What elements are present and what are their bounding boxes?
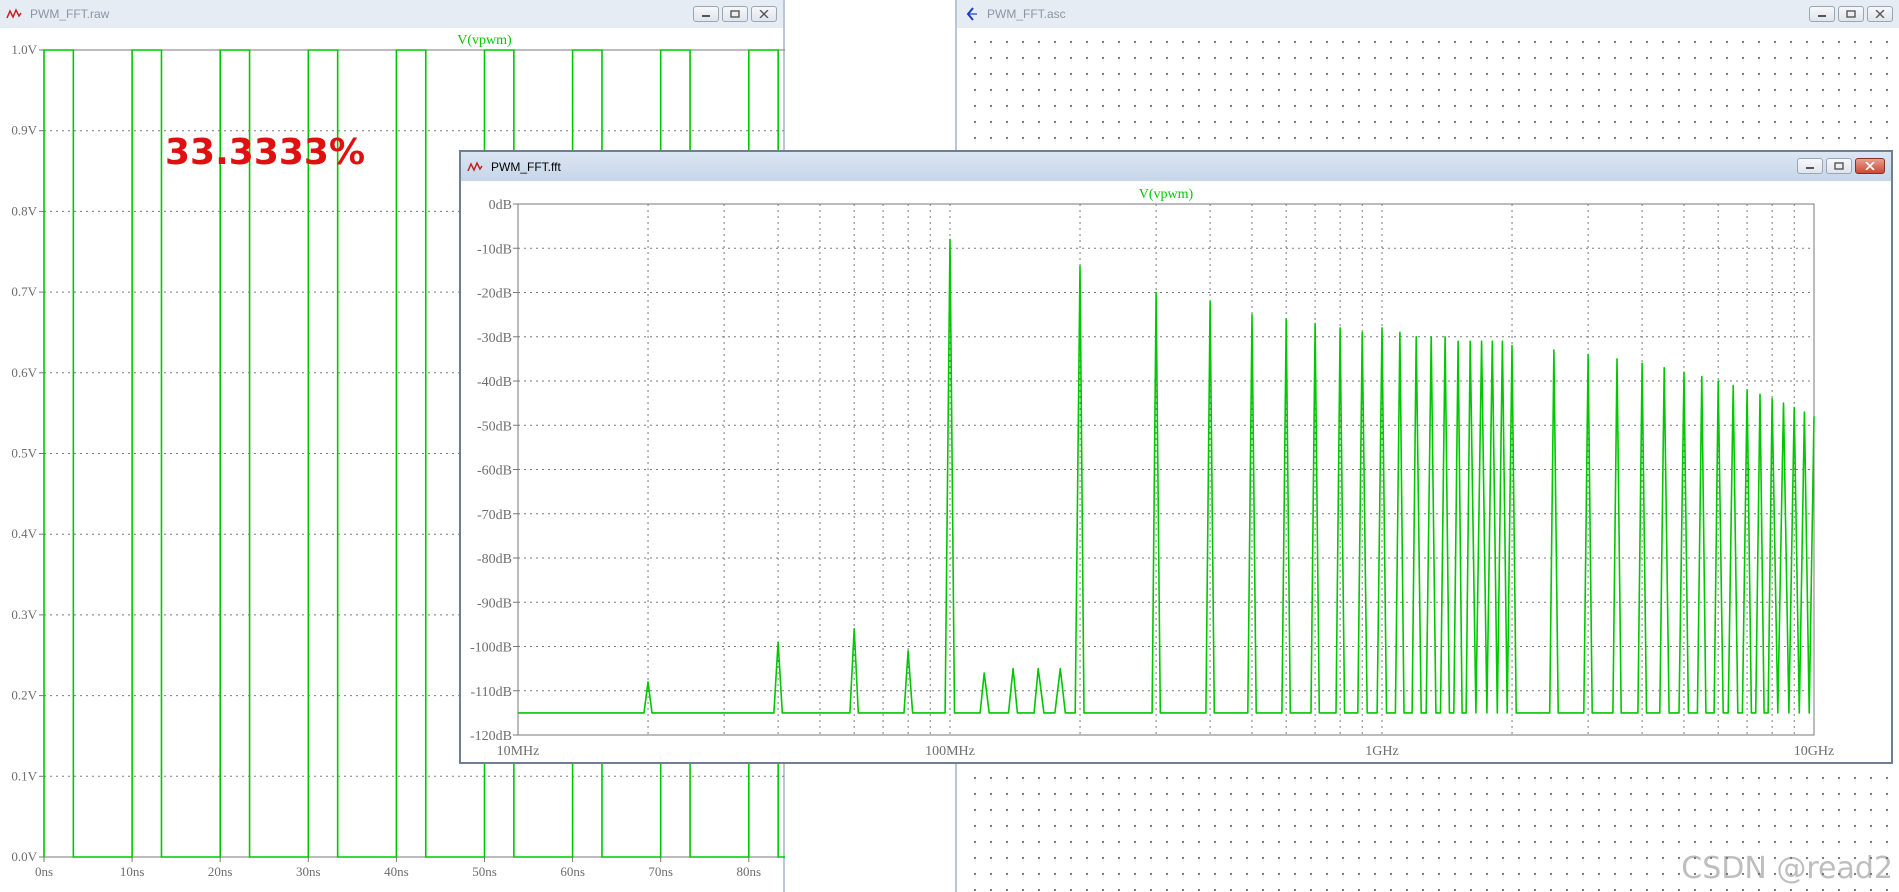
y-tick-label: 0.5V <box>11 446 37 461</box>
y-tick-label: 0.6V <box>11 365 37 380</box>
y-tick-label: 0.4V <box>11 526 37 541</box>
x-tick-label: 1GHz <box>1365 744 1398 759</box>
y-tick-label: -50dB <box>477 419 512 434</box>
close-button[interactable] <box>1855 158 1885 174</box>
y-tick-label: -20dB <box>477 287 512 302</box>
spectrum-trace <box>518 238 1815 714</box>
y-tick-label: -10dB <box>477 242 512 257</box>
y-tick-label: 0.0V <box>11 849 37 864</box>
raw-window-title: PWM_FFT.raw <box>30 7 110 21</box>
x-tick-label: 70ns <box>648 864 673 879</box>
raw-window-titlebar[interactable]: PWM_FFT.raw <box>0 0 783 28</box>
y-tick-label: 0.1V <box>11 768 37 783</box>
watermark: CSDN @read2 <box>1681 851 1893 886</box>
y-tick-label: -90dB <box>477 596 512 611</box>
restore-button[interactable] <box>722 6 748 22</box>
y-tick-label: -110dB <box>471 685 512 700</box>
fft-window-titlebar[interactable]: PWM_FFT.fft <box>461 152 1891 181</box>
x-tick-label: 30ns <box>296 864 321 879</box>
y-tick-label: -100dB <box>470 641 512 656</box>
minimize-button[interactable] <box>693 6 719 22</box>
x-tick-label: 10ns <box>120 864 145 879</box>
y-tick-label: -120dB <box>470 729 512 744</box>
waveform-icon <box>6 7 24 21</box>
x-tick-label: 80ns <box>737 864 762 879</box>
waveform-icon <box>467 160 485 174</box>
restore-button[interactable] <box>1838 6 1864 22</box>
asc-window-title: PWM_FFT.asc <box>987 7 1066 21</box>
y-tick-label: 0.7V <box>11 284 37 299</box>
x-tick-label: 0ns <box>35 864 53 879</box>
fft-window[interactable]: PWM_FFT.fft 10MHz 100MHz 1GHz 10GHz 0dB -10dB… <box>460 151 1892 763</box>
y-tick-label: -80dB <box>477 552 512 567</box>
y-tick-label: -40dB <box>477 375 512 390</box>
trace-label: V(vpwm) <box>457 33 512 48</box>
y-tick-label: -70dB <box>477 508 512 523</box>
asc-window-titlebar[interactable]: PWM_FFT.asc <box>957 0 1899 28</box>
x-tick-label: 100MHz <box>925 744 975 759</box>
minimize-button[interactable] <box>1809 6 1835 22</box>
trace-label: V(vpwm) <box>1139 187 1194 202</box>
duty-cycle-annotation: 33.3333% <box>165 132 365 173</box>
y-tick-label: 0.3V <box>11 607 37 622</box>
fft-window-title: PWM_FFT.fft <box>491 159 561 174</box>
x-tick-label: 60ns <box>560 864 585 879</box>
y-tick-label: -60dB <box>477 464 512 479</box>
y-tick-label: 1.0V <box>11 42 37 57</box>
x-tick-label: 40ns <box>384 864 409 879</box>
y-tick-label: 0.8V <box>11 203 37 218</box>
schematic-icon <box>963 7 981 21</box>
restore-button[interactable] <box>1826 158 1852 174</box>
close-button[interactable] <box>1867 6 1893 22</box>
fft-plot[interactable]: 10MHz 100MHz 1GHz 10GHz 0dB -10dB -20dB -30dB -4… <box>461 181 1891 762</box>
x-tick-label: 20ns <box>208 864 233 879</box>
y-tick-label: 0.9V <box>11 123 37 138</box>
x-tick-label: 10MHz <box>497 744 540 759</box>
x-tick-label: 50ns <box>472 864 497 879</box>
y-tick-label: 0dB <box>489 198 512 213</box>
x-tick-label: 10GHz <box>1794 744 1834 759</box>
close-button[interactable] <box>751 6 777 22</box>
y-tick-label: -30dB <box>477 331 512 346</box>
y-tick-label: 0.2V <box>11 688 37 703</box>
minimize-button[interactable] <box>1797 158 1823 174</box>
